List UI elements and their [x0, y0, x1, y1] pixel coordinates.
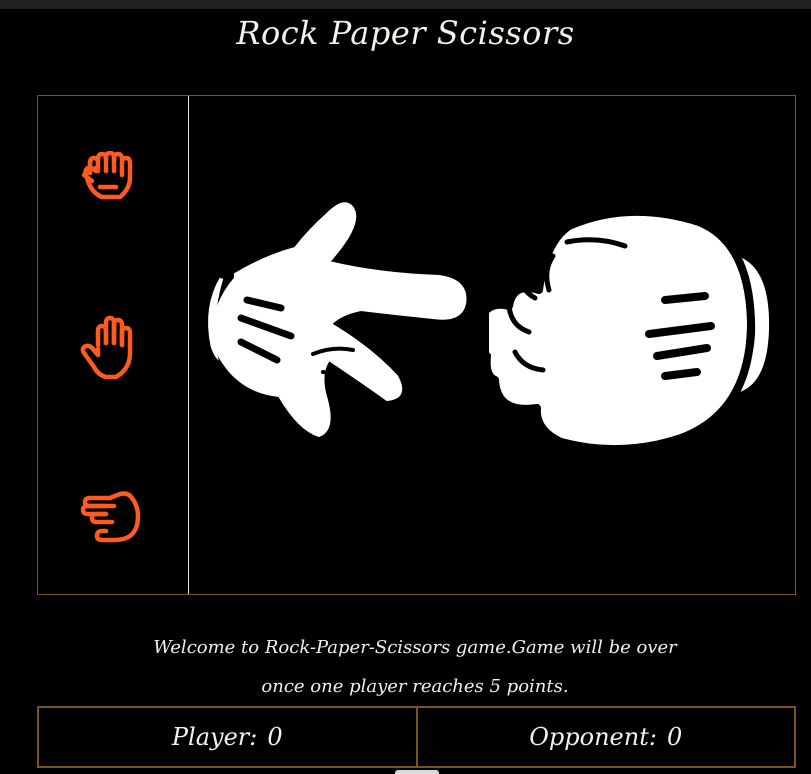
- opponent-score: Opponent: 0: [415, 708, 795, 766]
- status-message-line-2: once one player reaches 5 points.: [261, 676, 569, 697]
- status-message: Welcome to Rock-Paper-Scissors game.Game…: [150, 628, 680, 706]
- status-message-line-1: Welcome to Rock-Paper-Scissors game.Game…: [153, 637, 677, 658]
- opponent-score-value: 0: [666, 723, 683, 751]
- scissors-choice-button[interactable]: [76, 480, 148, 552]
- scoreboard: Player: 0 Opponent: 0: [37, 706, 796, 768]
- opponent-score-label: Opponent:: [529, 723, 657, 751]
- rock-hand-icon: [489, 208, 778, 454]
- browser-top-bar: [0, 0, 811, 9]
- player-score-label: Player:: [171, 723, 258, 751]
- player-score-value: 0: [267, 723, 283, 751]
- rock-choice-button[interactable]: [76, 143, 148, 215]
- game-board: [37, 95, 796, 595]
- fist-icon: [81, 150, 133, 200]
- player-score: Player: 0: [39, 708, 416, 766]
- choice-panel: [38, 96, 189, 594]
- open-hand-icon: [80, 315, 133, 380]
- battle-arena: [189, 96, 795, 594]
- paper-choice-button[interactable]: [76, 311, 148, 383]
- page-title: Rock Paper Scissors: [236, 14, 575, 52]
- paper-hand-icon: [205, 202, 467, 438]
- scroll-indicator: [395, 770, 439, 774]
- scissors-hand-icon: [80, 491, 141, 543]
